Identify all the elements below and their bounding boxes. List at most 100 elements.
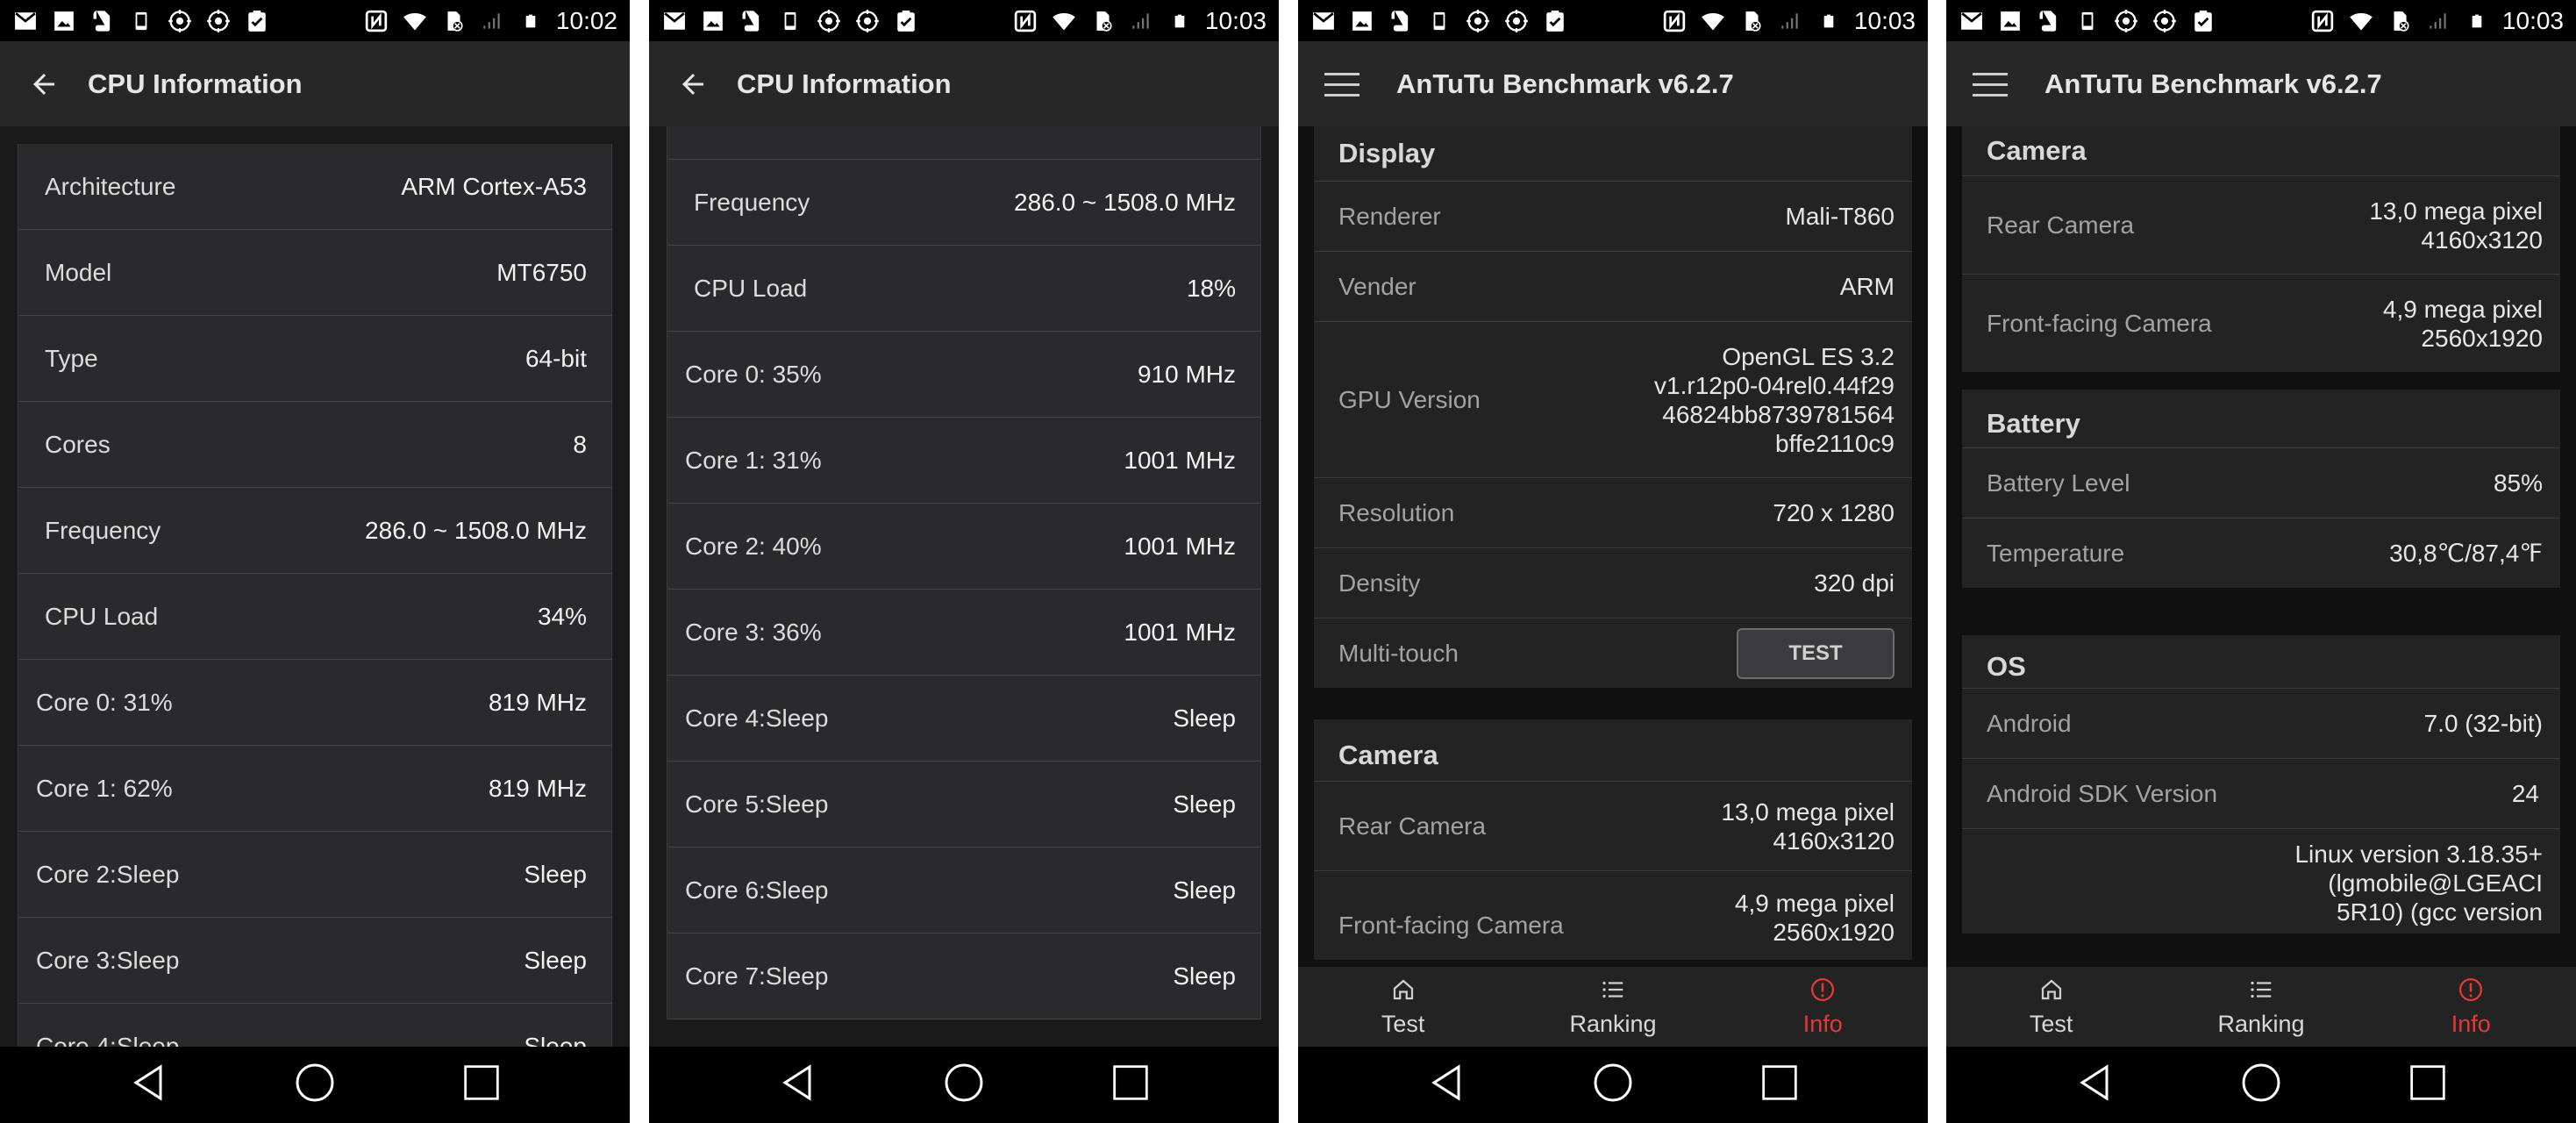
back-button[interactable] [0,41,88,126]
camera-section: Camera Rear Camera 13,0 mega pixel 4160x3… [1962,126,2560,372]
section-heading: Display [1338,138,1436,168]
tab-ranking[interactable]: Ranking [1525,976,1701,1038]
row-label: Core 4:Sleep [685,704,829,732]
row-value: Sleep [524,1032,587,1048]
row-value: 819 MHz [488,774,587,802]
info-row: Type 64-bit [18,316,611,402]
row-label: Core 2:Sleep [36,860,180,888]
row-label: Architecture [45,172,176,200]
row-value: 8 [1222,126,1236,131]
row-label: Core 0: 35% [685,360,822,388]
os-section: OS Android 7.0 (32-bit) Android SDK Versi… [1962,635,2560,933]
display-section: Display Renderer Mali-T860 Vender ARM GPU … [1314,126,1912,688]
info-row: CPU Load 34% [18,574,611,660]
signal-icon [1777,9,1803,33]
status-icons-left [1959,9,2216,33]
phone-screen-antutu-info-2: 10:03 AnTuTu Benchmark v6.2.7 Camera Rea… [1946,0,2576,1123]
status-clock: 10:03 [1204,6,1267,34]
tab-label: Ranking [1569,1010,1657,1037]
phone-icon [128,9,154,33]
nav-back-button[interactable] [122,1059,175,1112]
row-label: Core 1: 62% [36,774,173,802]
nav-recents-button[interactable] [455,1059,508,1112]
status-icons-right: 10:03 [1012,7,1267,35]
core-row: Core 4:Sleep Sleep [667,676,1260,762]
no-sim-icon [440,9,467,33]
row-label: Core 6:Sleep [685,876,829,904]
info-alert-icon [2458,976,2484,1007]
phone-icon [2074,9,2101,33]
location-icon [2151,9,2178,33]
phone-screen-cpu-info-1: 10:02 CPU Information Architecture ARM Co… [0,0,630,1123]
menu-button[interactable] [1298,41,1386,126]
home-outline-icon [2038,976,2065,1007]
nav-recents-button[interactable] [2401,1059,2454,1112]
gmail-icon [12,9,39,33]
row-label: Core 5:Sleep [685,790,829,818]
tab-info[interactable]: Info [2383,976,2558,1038]
row-label: Core 2: 40% [685,532,822,560]
info-row: Cores 8 [667,126,1260,160]
no-sim-icon [1089,9,1116,33]
location-icon [167,9,193,33]
core-row: Core 1: 62% 819 MHz [18,746,611,832]
row-label: Core 1: 31% [685,446,822,474]
core-row: Core 6:Sleep Sleep [667,848,1260,933]
signal-icon [479,9,505,33]
location-icon [1465,9,1491,33]
status-icons-left [1310,9,1568,33]
row-label: Cores [45,430,111,458]
nfc-icon [1012,9,1038,33]
gallery-icon [51,9,77,33]
row-label: CPU Load [694,274,808,302]
row-label: Type [45,344,98,372]
nav-recents-button[interactable] [1753,1059,1806,1112]
row-value: 18% [1186,274,1236,302]
nav-back-icon [776,1062,818,1108]
nav-back-icon [2073,1062,2116,1108]
gpu-version-row: GPU Version OpenGL ES 3.2 v1.r12p0-04rel0… [1314,321,1912,477]
gallery-icon [1997,9,2023,33]
section-heading: OS [1987,651,2026,682]
app-bar: AnTuTu Benchmark v6.2.7 [1298,41,1928,126]
nav-recents-button[interactable] [1104,1059,1157,1112]
system-nav-bar [1946,1047,2576,1123]
row-label: CPU Load [45,602,159,630]
nav-back-button[interactable] [1420,1059,1473,1112]
row-value: 34% [537,602,587,630]
status-icons-right: 10:03 [1661,7,1916,35]
battery-section: Battery Battery Level 85% Temperature 30,8… [1962,390,2560,588]
status-bar: 10:03 [1298,0,1928,41]
system-nav-bar [649,1047,1279,1123]
nav-back-button[interactable] [2068,1059,2121,1112]
nav-home-button[interactable] [1587,1059,1639,1112]
gmail-icon [661,9,688,33]
tab-info[interactable]: Info [1735,976,1910,1038]
nfc-icon [1661,9,1688,33]
status-clock: 10:03 [2501,6,2564,34]
tab-test[interactable]: Test [1964,976,2139,1038]
nav-back-button[interactable] [771,1059,824,1112]
multi-touch-test-button[interactable]: TEST [1737,627,1895,679]
cpu-info-list: Cores 8 Frequency 286.0 ~ 1508.0 MHz CPU Loa… [667,126,1261,1019]
renderer-row: Renderer Mali-T860 [1314,181,1912,251]
list-icon [2248,976,2274,1007]
nav-home-button[interactable] [2235,1059,2287,1112]
nav-home-button[interactable] [289,1059,341,1112]
row-value: 1001 MHz [1124,618,1236,646]
nav-home-icon [294,1062,336,1108]
tab-ranking[interactable]: Ranking [2173,976,2349,1038]
gmail-icon [1310,9,1337,33]
row-value: 910 MHz [1137,360,1236,388]
core-row: Core 5:Sleep Sleep [667,762,1260,848]
battery-icon [2464,9,2490,33]
menu-button[interactable] [1946,41,2034,126]
core-row: Core 3: 36% 1001 MHz [667,590,1260,676]
temperature-row: Temperature 30,8℃/87,4℉ [1962,518,2560,588]
back-button[interactable] [649,41,737,126]
nav-home-button[interactable] [938,1059,990,1112]
tab-test[interactable]: Test [1316,976,1491,1038]
wifi-icon [402,9,428,33]
battery-icon [517,9,544,33]
front-camera-row: Front-facing Camera 4,9 mega pixel 2560x1… [1314,870,1912,960]
